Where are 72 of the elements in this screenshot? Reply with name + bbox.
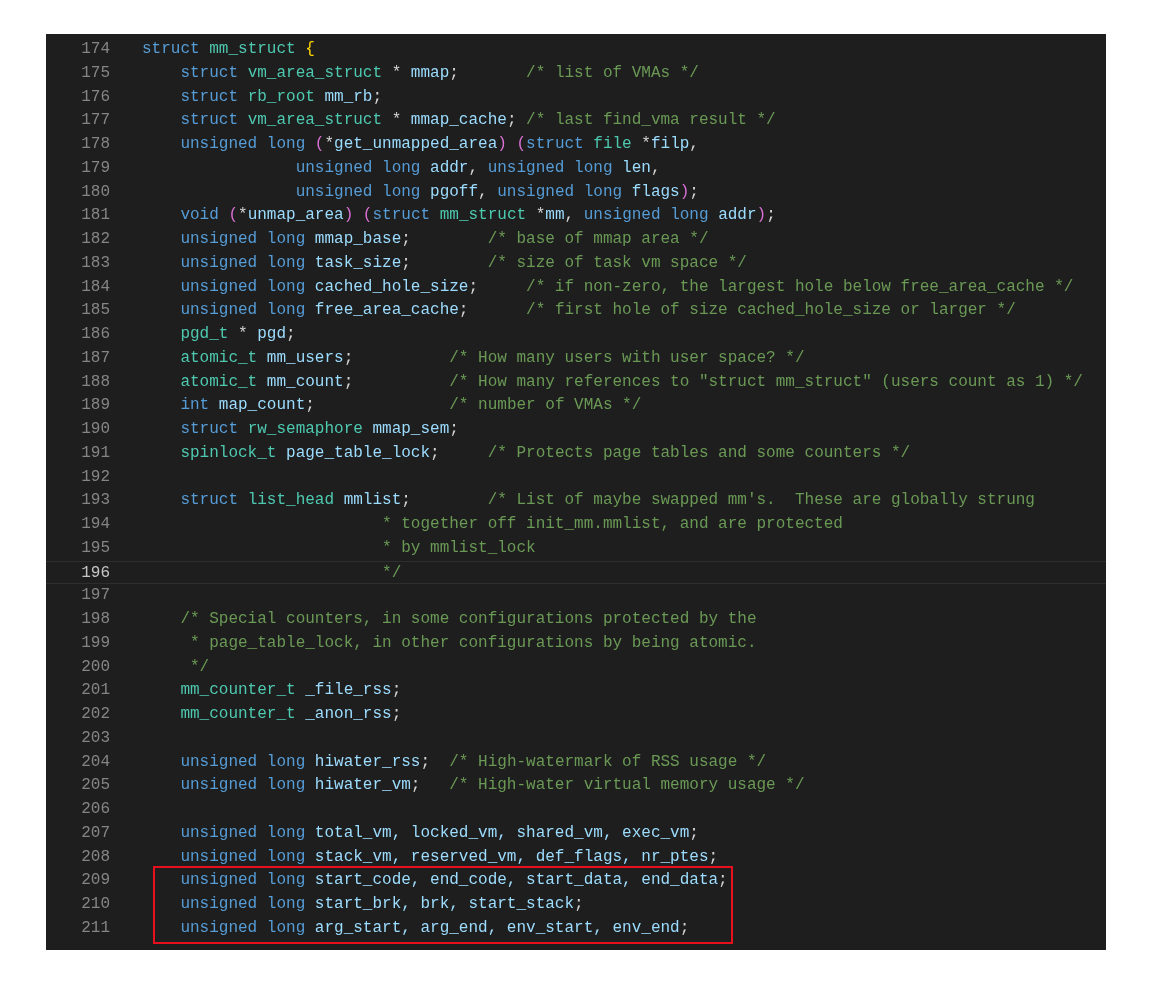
code-line: spinlock_t page_table_lock; /* Protects page tables and some counters */ xyxy=(179,442,911,464)
code-line: struct rw_semaphore mmap_sem; xyxy=(179,419,459,440)
code-line: unsigned long free_area_cache; /* first hole of size cached_hole_size or larger */ xyxy=(179,300,1016,322)
line-number: 195 xyxy=(80,537,111,559)
code-line: struct vm_area_struct * mmap_cache; /* last find_vma result */ xyxy=(179,110,776,132)
line-number: 210 xyxy=(80,894,111,915)
code-line: struct mm_struct { xyxy=(142,39,315,60)
code-line: struct rb_root mm_rb; xyxy=(179,86,383,108)
code-line: unsigned long cached_hole_size; /* if non-zero, the largest hole below free_area_cache */ xyxy=(179,276,1074,298)
line-number: 202 xyxy=(80,704,111,725)
code-line: unsigned long mmap_base; /* base of mmap area */ xyxy=(179,229,709,250)
code-line: * page_table_lock, in other configurations by being atomic. xyxy=(189,632,757,654)
line-number: 186 xyxy=(80,324,111,345)
code-line: unsigned long addr, unsigned long len, xyxy=(294,157,661,179)
line-number: 185 xyxy=(80,300,111,322)
code-line: */ xyxy=(189,656,210,678)
line-number: 179 xyxy=(80,157,111,179)
line-number: 178 xyxy=(80,134,111,155)
line-number: 205 xyxy=(80,775,111,797)
code-line: unsigned long start_brk, brk, start_stack; xyxy=(179,894,584,915)
line-number: 187 xyxy=(80,347,111,369)
code-line: unsigned long task_size; /* size of task vm space */ xyxy=(179,252,747,274)
line-number: 208 xyxy=(80,846,111,868)
line-number: 204 xyxy=(80,751,111,773)
line-number: 201 xyxy=(80,680,111,702)
code-line: */ xyxy=(381,562,402,584)
line-number: 207 xyxy=(80,822,111,844)
line-number: 211 xyxy=(80,917,111,939)
line-number: 203 xyxy=(80,727,111,749)
line-number: 191 xyxy=(80,442,111,464)
code-line: unsigned long pgoff, unsigned long flags); xyxy=(294,181,699,203)
line-number: 194 xyxy=(80,514,111,535)
code-line: * by mmlist_lock xyxy=(381,537,536,559)
code-line: atomic_t mm_users; /* How many users with user space? */ xyxy=(179,347,805,369)
line-number: 197 xyxy=(80,585,111,607)
line-number: 180 xyxy=(80,181,111,203)
line-number: 190 xyxy=(80,419,111,440)
code-line: unsigned long stack_vm, reserved_vm, def_flags, nr_ptes; xyxy=(179,846,719,868)
code-line: mm_counter_t _anon_rss; xyxy=(179,704,402,725)
code-line: unsigned long arg_start, arg_end, env_start, env_end; xyxy=(179,917,690,939)
line-number: 198 xyxy=(80,609,111,630)
line-number: 174 xyxy=(80,39,111,60)
code-line: pgd_t * pgd; xyxy=(179,324,296,345)
code-line: unsigned long total_vm, locked_vm, shared_vm, exec_vm; xyxy=(179,822,699,844)
code-line: mm_counter_t _file_rss; xyxy=(179,680,402,702)
line-number: 182 xyxy=(80,229,111,250)
line-number: 200 xyxy=(80,656,111,678)
line-number: 192 xyxy=(80,466,111,488)
code-line: int map_count; /* number of VMAs */ xyxy=(179,395,642,417)
code-line: struct vm_area_struct * mmap; /* list of VMAs */ xyxy=(179,62,699,84)
line-number: 183 xyxy=(80,252,111,274)
line-number: 199 xyxy=(80,632,111,654)
line-number: 176 xyxy=(80,86,111,108)
line-number: 209 xyxy=(80,870,111,892)
line-number: 188 xyxy=(80,371,111,393)
line-number: 177 xyxy=(80,110,111,132)
code-line: unsigned long hiwater_vm; /* High-water virtual memory usage */ xyxy=(179,775,805,797)
line-number: 206 xyxy=(80,799,111,820)
code-line: unsigned long (*get_unmapped_area) (struct file *filp, xyxy=(179,134,699,155)
line-number: 184 xyxy=(80,276,111,298)
line-number: 196 xyxy=(80,562,111,584)
code-line: * together off init_mm.mmlist, and are protected xyxy=(381,514,843,535)
code-line: unsigned long hiwater_rss; /* High-watermark of RSS usage */ xyxy=(179,751,767,773)
code-line: void (*unmap_area) (struct mm_struct *mm, unsigned long addr); xyxy=(179,205,776,227)
code-line: atomic_t mm_count; /* How many references to "struct mm_struct" (users count as 1) */ xyxy=(179,371,1083,393)
line-number: 175 xyxy=(80,62,111,84)
line-number: 189 xyxy=(80,395,111,417)
code-line: /* Special counters, in some configurations protected by the xyxy=(179,609,757,630)
line-number: 193 xyxy=(80,490,111,512)
code-line: unsigned long start_code, end_code, start_data, end_data; xyxy=(179,870,728,892)
code-line: struct list_head mmlist; /* List of maybe swapped mm's. These are globally strung xyxy=(179,490,1035,512)
line-number: 181 xyxy=(80,205,111,227)
